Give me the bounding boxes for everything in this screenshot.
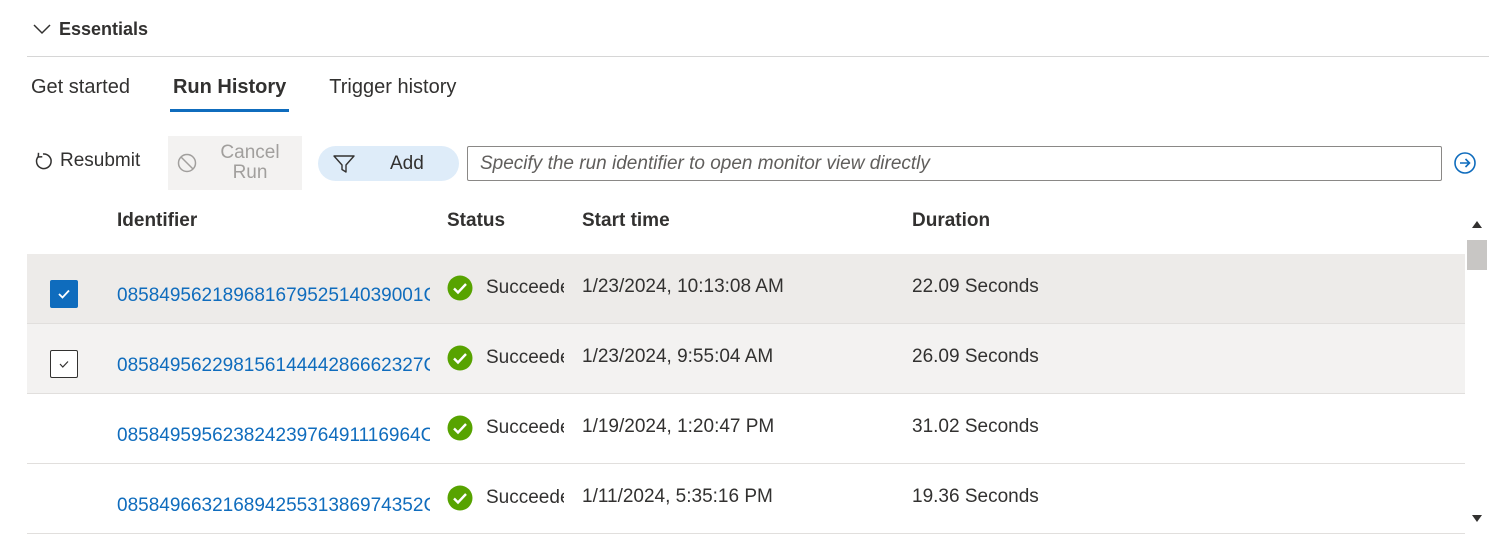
chevron-down-icon [33,24,51,35]
table-row[interactable]: 08584956229815614444286662327C Succeeded… [27,324,1465,394]
run-identifier-link[interactable]: 08584966321689425531386974352C [117,495,430,517]
start-time-text: 1/23/2024, 9:55:04 AM [582,346,774,367]
checkmark-icon [59,361,69,368]
add-filter-button[interactable]: Add [318,146,459,181]
status-text: Succeeded [486,417,564,438]
tab-bar: Get started Run History Trigger history [31,70,499,114]
caret-up-icon [1472,220,1482,228]
duration-text: 22.09 Seconds [912,276,1039,297]
add-filter-label: Add [390,152,424,174]
tab-run-history[interactable]: Run History [169,70,290,112]
column-header-duration[interactable]: Duration [912,210,990,232]
run-identifier-input[interactable] [467,146,1442,181]
run-identifier-link[interactable]: 08584959562382423976491116964C [117,425,430,447]
row-checkbox[interactable] [50,350,78,378]
cancel-run-button[interactable]: Cancel Run [168,136,302,190]
status-text: Succeeded [486,277,564,298]
duration-text: 19.36 Seconds [912,486,1039,507]
grid-header: Identifier Status Start time Duration [27,200,1465,244]
table-row[interactable]: 08584956218968167952514039001C Succeeded… [27,254,1465,324]
toolbar: Resubmit Cancel Run Add [32,136,1482,190]
prohibited-icon [177,153,197,173]
status-text: Succeeded [486,347,564,368]
success-check-icon [447,415,473,441]
vertical-scrollbar[interactable] [1465,208,1489,530]
essentials-divider [27,56,1489,57]
scrollbar-thumb[interactable] [1467,240,1487,270]
column-header-identifier[interactable]: Identifier [117,210,197,232]
scroll-up-button[interactable] [1465,212,1489,236]
start-time-text: 1/23/2024, 10:13:08 AM [582,276,784,297]
tab-get-started[interactable]: Get started [31,70,130,104]
duration-text: 31.02 Seconds [912,416,1039,437]
filter-icon [333,154,355,173]
duration-text: 26.09 Seconds [912,346,1039,367]
success-check-icon [447,275,473,301]
essentials-toggle[interactable]: Essentials [33,14,148,44]
run-identifier-link[interactable]: 08584956229815614444286662327C [117,355,430,377]
column-header-start-time[interactable]: Start time [582,210,670,232]
caret-down-icon [1472,514,1482,522]
success-check-icon [447,485,473,511]
start-time-text: 1/11/2024, 5:35:16 PM [582,486,773,507]
status-text: Succeeded [486,487,564,508]
arrow-right-circle-icon [1454,152,1476,174]
run-history-grid: 08584956218968167952514039001C Succeeded… [27,254,1465,538]
checkmark-icon [58,289,70,299]
resubmit-label: Resubmit [60,150,141,171]
success-check-icon [447,345,473,371]
cancel-run-label: Cancel Run [220,142,280,183]
resubmit-button[interactable]: Resubmit [32,150,140,172]
refresh-icon [35,152,52,170]
column-header-status[interactable]: Status [447,210,505,232]
run-identifier-link[interactable]: 08584956218968167952514039001C [117,285,430,307]
open-run-button[interactable] [1453,151,1477,175]
table-row[interactable]: 08584959562382423976491116964C Succeeded… [27,394,1465,464]
scroll-down-button[interactable] [1465,506,1489,530]
table-row[interactable]: 08584966321689425531386974352C Succeeded… [27,464,1465,534]
tab-trigger-history[interactable]: Trigger history [329,70,456,104]
row-checkbox[interactable] [50,280,78,308]
essentials-label: Essentials [59,18,149,39]
start-time-text: 1/19/2024, 1:20:47 PM [582,416,775,437]
